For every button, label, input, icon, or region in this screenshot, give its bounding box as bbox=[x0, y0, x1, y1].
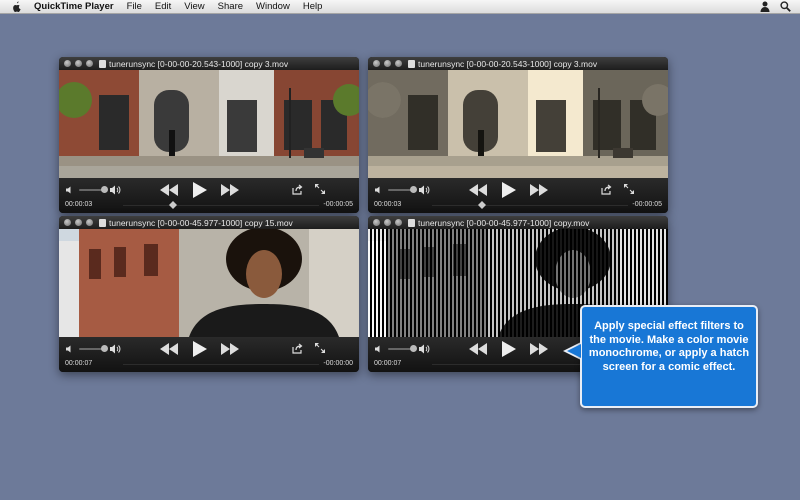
document-icon bbox=[99, 218, 106, 227]
elapsed-time: 00:00:07 bbox=[65, 360, 93, 367]
document-icon bbox=[408, 218, 415, 227]
title-bar[interactable]: tunerunsync [0-00-00-45.977-1000] copy 1… bbox=[59, 216, 359, 229]
volume-knob[interactable] bbox=[410, 186, 417, 193]
menu-bar: QuickTime Player File Edit View Share Wi… bbox=[0, 0, 800, 14]
fullscreen-icon[interactable] bbox=[315, 343, 325, 353]
minimize-icon[interactable] bbox=[75, 60, 82, 67]
fast-forward-icon[interactable] bbox=[530, 184, 548, 196]
elapsed-time: 00:00:07 bbox=[374, 360, 402, 367]
playback-controls: 00:00:03 -00:00:05 bbox=[59, 178, 359, 213]
volume-knob[interactable] bbox=[410, 345, 417, 352]
scrubber-track[interactable] bbox=[123, 205, 319, 206]
volume-low-icon[interactable] bbox=[66, 186, 74, 194]
window-title: tunerunsync [0-00-00-45.977-1000] copy.m… bbox=[418, 217, 590, 228]
zoom-icon[interactable] bbox=[86, 60, 93, 67]
playhead-icon[interactable] bbox=[169, 201, 177, 209]
rewind-icon[interactable] bbox=[160, 184, 178, 196]
window-title: tunerunsync [0-00-00-20.543-1000] copy 3… bbox=[418, 58, 598, 69]
close-icon[interactable] bbox=[373, 219, 380, 226]
play-icon[interactable] bbox=[502, 182, 516, 198]
rewind-icon[interactable] bbox=[469, 343, 487, 355]
rewind-icon[interactable] bbox=[160, 343, 178, 355]
player-window[interactable]: tunerunsync [0-00-00-45.977-1000] copy 1… bbox=[59, 216, 359, 372]
player-window[interactable]: tunerunsync [0-00-00-20.543-1000] copy 3… bbox=[59, 57, 359, 213]
tooltip-arrow-inner bbox=[567, 344, 581, 358]
volume-high-icon[interactable] bbox=[110, 344, 121, 354]
share-icon[interactable] bbox=[601, 184, 612, 195]
remaining-time: -00:00:05 bbox=[323, 201, 353, 208]
fast-forward-icon[interactable] bbox=[221, 343, 239, 355]
close-icon[interactable] bbox=[64, 60, 71, 67]
fullscreen-icon[interactable] bbox=[624, 184, 634, 194]
video-frame[interactable] bbox=[59, 70, 359, 178]
fast-forward-icon[interactable] bbox=[530, 343, 548, 355]
volume-low-icon[interactable] bbox=[375, 186, 383, 194]
zoom-icon[interactable] bbox=[395, 60, 402, 67]
app-menu[interactable]: QuickTime Player bbox=[34, 1, 114, 12]
video-frame[interactable] bbox=[59, 229, 359, 337]
menu-window[interactable]: Window bbox=[256, 1, 290, 12]
playback-controls: 00:00:07 -00:00:00 bbox=[59, 337, 359, 372]
fullscreen-icon[interactable] bbox=[315, 184, 325, 194]
tooltip-text: Apply special effect filters to the movi… bbox=[588, 320, 750, 373]
remaining-time: -00:00:00 bbox=[323, 360, 353, 367]
scrubber-track[interactable] bbox=[432, 205, 628, 206]
play-icon[interactable] bbox=[193, 341, 207, 357]
minimize-icon[interactable] bbox=[384, 60, 391, 67]
play-icon[interactable] bbox=[193, 182, 207, 198]
volume-high-icon[interactable] bbox=[419, 185, 430, 195]
video-frame[interactable] bbox=[368, 70, 668, 178]
volume-knob[interactable] bbox=[101, 186, 108, 193]
volume-knob[interactable] bbox=[101, 345, 108, 352]
zoom-icon[interactable] bbox=[395, 219, 402, 226]
playback-controls: 00:00:03 -00:00:05 bbox=[368, 178, 668, 213]
elapsed-time: 00:00:03 bbox=[374, 201, 402, 208]
menu-view[interactable]: View bbox=[184, 1, 204, 12]
window-title: tunerunsync [0-00-00-20.543-1000] copy 3… bbox=[109, 58, 289, 69]
scrubber-track[interactable] bbox=[123, 364, 319, 365]
fast-forward-icon[interactable] bbox=[221, 184, 239, 196]
user-icon[interactable] bbox=[760, 1, 770, 12]
volume-low-icon[interactable] bbox=[375, 345, 383, 353]
playhead-icon[interactable] bbox=[478, 201, 486, 209]
document-icon bbox=[408, 59, 415, 68]
play-icon[interactable] bbox=[502, 341, 516, 357]
apple-icon[interactable] bbox=[12, 1, 22, 12]
close-icon[interactable] bbox=[64, 219, 71, 226]
close-icon[interactable] bbox=[373, 60, 380, 67]
player-window[interactable]: tunerunsync [0-00-00-20.543-1000] copy 3… bbox=[368, 57, 668, 213]
minimize-icon[interactable] bbox=[384, 219, 391, 226]
feature-tooltip: Apply special effect filters to the movi… bbox=[580, 305, 758, 408]
menu-help[interactable]: Help bbox=[303, 1, 323, 12]
title-bar[interactable]: tunerunsync [0-00-00-20.543-1000] copy 3… bbox=[59, 57, 359, 70]
title-bar[interactable]: tunerunsync [0-00-00-45.977-1000] copy.m… bbox=[368, 216, 668, 229]
share-icon[interactable] bbox=[292, 184, 303, 195]
minimize-icon[interactable] bbox=[75, 219, 82, 226]
volume-high-icon[interactable] bbox=[110, 185, 121, 195]
share-icon[interactable] bbox=[292, 343, 303, 354]
window-title: tunerunsync [0-00-00-45.977-1000] copy 1… bbox=[109, 217, 293, 228]
volume-high-icon[interactable] bbox=[419, 344, 430, 354]
spotlight-icon[interactable] bbox=[780, 1, 791, 12]
menu-edit[interactable]: Edit bbox=[155, 1, 171, 12]
rewind-icon[interactable] bbox=[469, 184, 487, 196]
volume-low-icon[interactable] bbox=[66, 345, 74, 353]
title-bar[interactable]: tunerunsync [0-00-00-20.543-1000] copy 3… bbox=[368, 57, 668, 70]
zoom-icon[interactable] bbox=[86, 219, 93, 226]
elapsed-time: 00:00:03 bbox=[65, 201, 93, 208]
menu-file[interactable]: File bbox=[127, 1, 142, 12]
menu-share[interactable]: Share bbox=[218, 1, 243, 12]
document-icon bbox=[99, 59, 106, 68]
remaining-time: -00:00:05 bbox=[632, 201, 662, 208]
